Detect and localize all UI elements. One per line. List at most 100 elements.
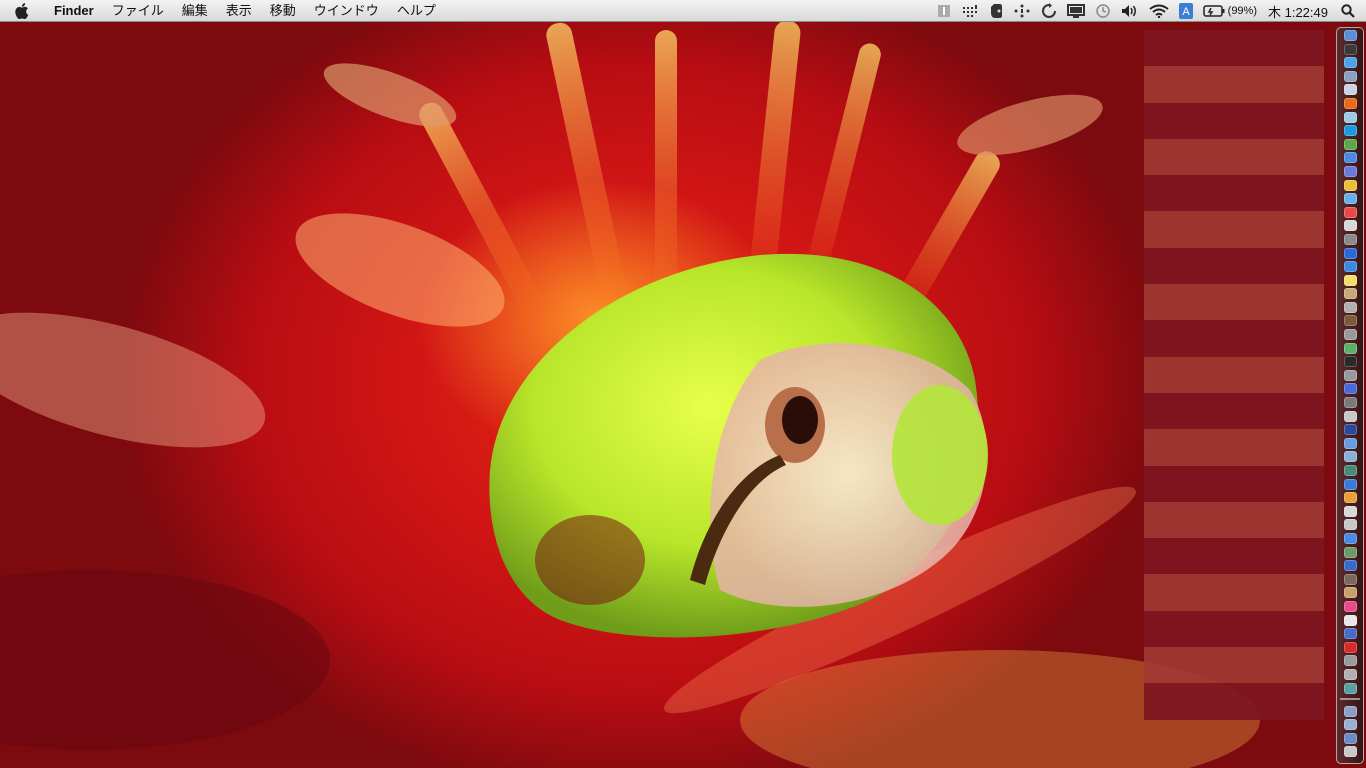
bluetooth-icon[interactable]: [1013, 0, 1031, 22]
itunes-icon[interactable]: [1343, 165, 1357, 177]
notes-icon[interactable]: [1343, 342, 1357, 354]
ie-icon[interactable]: [1343, 261, 1357, 273]
app-store-icon[interactable]: [1343, 193, 1357, 205]
dock-app-list: [1337, 30, 1363, 760]
evernote-icon[interactable]: [1343, 138, 1357, 150]
mail-icon[interactable]: [1343, 70, 1357, 82]
record-icon[interactable]: [1343, 600, 1357, 612]
time-machine-icon[interactable]: [1095, 0, 1111, 22]
globe-icon[interactable]: [1343, 628, 1357, 640]
menu-app-name[interactable]: Finder: [44, 0, 103, 22]
menu-file[interactable]: ファイル: [103, 0, 173, 22]
menu-help[interactable]: ヘルプ: [388, 0, 445, 22]
evernote-icon[interactable]: [989, 0, 1003, 22]
sync-icon[interactable]: [1041, 0, 1057, 22]
automator-icon[interactable]: [1343, 329, 1357, 341]
mosaic-cell: [1252, 211, 1288, 248]
mosaic-cell: [1180, 465, 1216, 502]
mosaic-cell: [1252, 356, 1288, 393]
stickies-icon[interactable]: [1343, 274, 1357, 286]
chrome-icon[interactable]: [1343, 152, 1357, 164]
mosaic-cell: [1216, 683, 1252, 720]
mosaic-cell: [1180, 538, 1216, 575]
menu-edit[interactable]: 編集: [173, 0, 217, 22]
applications-folder-icon[interactable]: [1343, 732, 1357, 744]
mosaic-cell: [1216, 211, 1252, 248]
photo-icon[interactable]: [1343, 179, 1357, 191]
mosaic-cell: [1144, 647, 1180, 684]
documents-stack-icon[interactable]: [1343, 719, 1357, 731]
mosaic-cell: [1216, 175, 1252, 212]
downloads-stack-icon[interactable]: [1343, 705, 1357, 717]
trash-icon[interactable]: [1343, 746, 1357, 758]
dashboard-icon[interactable]: [1343, 43, 1357, 55]
input-method-icon[interactable]: A: [1178, 0, 1193, 22]
screen-icon[interactable]: [1343, 465, 1357, 476]
pen-icon[interactable]: [1343, 410, 1357, 422]
acrobat-icon[interactable]: [1343, 641, 1357, 653]
dock-separator: [1340, 697, 1360, 700]
mosaic-cell: [1144, 138, 1180, 176]
spreadsheet-icon[interactable]: [1343, 546, 1357, 558]
display-icon[interactable]: [1066, 0, 1085, 22]
earth-icon[interactable]: [1343, 247, 1357, 259]
paint-icon[interactable]: [1343, 519, 1357, 531]
lightroom-icon[interactable]: [1343, 573, 1357, 585]
menu-view[interactable]: 表示: [217, 0, 261, 22]
mosaic-cell: [1144, 211, 1180, 248]
folder-icon[interactable]: [1343, 437, 1357, 449]
firefox-icon[interactable]: [1343, 97, 1357, 109]
menu-window[interactable]: ウインドウ: [305, 0, 388, 22]
mosaic-cell: [1288, 138, 1324, 176]
pixelated-desktop-region: [1144, 30, 1324, 720]
mosaic-cell: [1180, 102, 1216, 139]
menu-extra-icon[interactable]: [961, 0, 979, 22]
mosaic-cell: [1288, 683, 1324, 720]
mosaic-cell: [1252, 574, 1288, 611]
mosaic-cell: [1144, 574, 1180, 611]
presentation-icon[interactable]: [1343, 383, 1357, 395]
preview-icon[interactable]: [1343, 84, 1357, 96]
tools-icon[interactable]: [1343, 315, 1357, 327]
twitter-icon[interactable]: [1343, 111, 1357, 123]
compass-icon[interactable]: [1343, 682, 1357, 694]
system-prefs-icon[interactable]: [1343, 233, 1357, 245]
skype-icon[interactable]: [1343, 125, 1357, 137]
menu-go[interactable]: 移動: [261, 0, 305, 22]
script-icon[interactable]: [1343, 655, 1357, 667]
wifi-icon[interactable]: [1149, 0, 1169, 22]
volume-icon[interactable]: [1121, 0, 1139, 22]
textedit-icon[interactable]: [1343, 220, 1357, 232]
photoshop-icon[interactable]: [1343, 424, 1357, 436]
photos-icon[interactable]: [1343, 288, 1357, 300]
finder-icon[interactable]: [1343, 30, 1357, 41]
spotlight-search-icon[interactable]: [1341, 0, 1355, 22]
mosaic-cell: [1288, 392, 1324, 430]
pencil-icon[interactable]: [1343, 492, 1357, 504]
mosaic-cell: [1252, 501, 1288, 539]
vmware-icon[interactable]: [1343, 397, 1357, 409]
mosaic-cell: [1180, 30, 1216, 67]
mosaic-cell: [1180, 574, 1216, 611]
info-icon[interactable]: [937, 0, 951, 22]
clock[interactable]: 木 1:22:49: [1268, 2, 1328, 21]
mosaic-cell: [1180, 683, 1216, 720]
document-icon[interactable]: [1343, 505, 1357, 517]
quicktime-icon[interactable]: [1343, 478, 1357, 490]
safari-icon[interactable]: [1343, 57, 1357, 69]
network-icon[interactable]: [1343, 451, 1357, 463]
apple-logo-icon[interactable]: [0, 0, 44, 22]
disk-icon[interactable]: [1343, 668, 1357, 680]
calendar-icon[interactable]: [1343, 206, 1357, 218]
chef-icon[interactable]: [1343, 614, 1357, 626]
mosaic-cell: [1252, 102, 1288, 139]
mosaic-cell: [1288, 30, 1324, 67]
battery-status[interactable]: (99%): [1202, 0, 1257, 22]
address-book-icon[interactable]: [1343, 587, 1357, 599]
image-icon[interactable]: [1343, 301, 1357, 313]
terminal-icon[interactable]: [1343, 356, 1357, 368]
mosaic-cell: [1180, 284, 1216, 321]
cloud-icon[interactable]: [1343, 369, 1357, 381]
messages-icon[interactable]: [1343, 532, 1357, 544]
nav-icon[interactable]: [1343, 560, 1357, 572]
